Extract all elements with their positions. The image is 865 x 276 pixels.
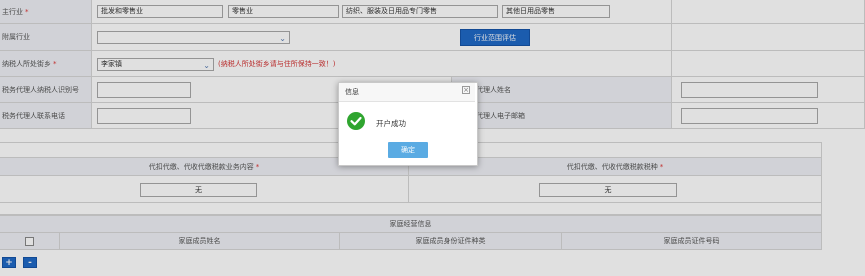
- success-check-icon: [347, 112, 365, 130]
- close-icon[interactable]: ×: [462, 86, 470, 94]
- dialog-message: 开户成功: [376, 119, 406, 128]
- confirm-button[interactable]: 确定: [388, 142, 428, 158]
- dialog-title: 信息: [345, 88, 359, 96]
- info-dialog: 信息 × 开户成功 确定: [338, 82, 478, 166]
- dialog-titlebar: 信息 ×: [339, 83, 475, 102]
